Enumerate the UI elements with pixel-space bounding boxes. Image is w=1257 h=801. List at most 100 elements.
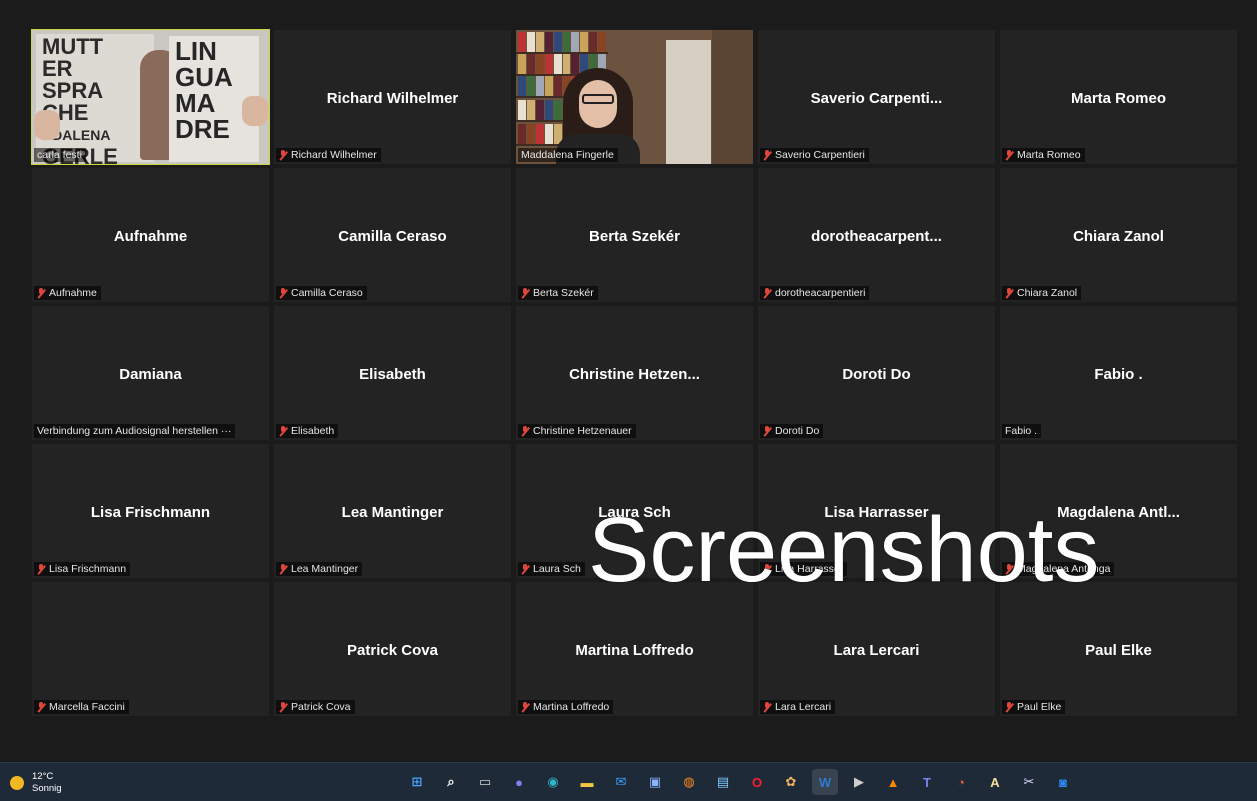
participant-label-text: Paul Elke: [1017, 701, 1062, 713]
cover-text-line: GUA: [175, 62, 233, 92]
participant-name-label: Patrick Cova: [276, 700, 355, 714]
mic-muted-icon: [279, 150, 288, 160]
sun-icon: [10, 776, 24, 790]
mic-muted-icon: [279, 426, 288, 436]
chat-icon[interactable]: ●: [506, 769, 532, 795]
participant-tile[interactable]: Chiara Zanol Chiara Zanol: [1000, 168, 1237, 302]
vlc-icon[interactable]: ▲: [880, 769, 906, 795]
participant-tile[interactable]: dorotheacarpent... dorotheacarpentieri: [758, 168, 995, 302]
participant-tile[interactable]: Marta Romeo Marta Romeo: [1000, 30, 1237, 164]
participant-tile[interactable]: Elisabeth Elisabeth: [274, 306, 511, 440]
font-app-icon[interactable]: A: [982, 769, 1008, 795]
mic-muted-icon: [279, 564, 288, 574]
participant-tile[interactable]: Lisa Frischmann Lisa Frischmann: [32, 444, 269, 578]
participant-name-label: Elisabeth: [276, 424, 339, 438]
task-view-icon[interactable]: ▭: [472, 769, 498, 795]
mail-icon[interactable]: ✉: [608, 769, 634, 795]
participant-tile[interactable]: Paul Elke Paul Elke: [1000, 582, 1237, 716]
participant-tile[interactable]: Patrick Cova Patrick Cova: [274, 582, 511, 716]
participant-tile[interactable]: Lara Lercari Lara Lercari: [758, 582, 995, 716]
mic-muted-icon: [37, 288, 46, 298]
participant-tile[interactable]: Fabio . Fabio .: [1000, 306, 1237, 440]
firefox-icon[interactable]: ◍: [676, 769, 702, 795]
cover-text-line: SPRA: [42, 78, 104, 103]
paint-icon[interactable]: ✿: [778, 769, 804, 795]
participant-label-text: Laura Sch: [533, 563, 581, 575]
participant-display-name: Laura Sch: [598, 504, 671, 521]
participant-label-text: Saverio Carpentieri: [775, 149, 865, 161]
participant-label-text: Maddalena Fingerle: [521, 149, 614, 161]
door: [666, 40, 711, 164]
notepad-icon[interactable]: ▤: [710, 769, 736, 795]
participant-tile[interactable]: Laura Sch Laura Sch: [516, 444, 753, 578]
participant-name-label: Aufnahme: [34, 286, 101, 300]
mic-muted-icon: [521, 288, 530, 298]
book-row: [518, 32, 607, 52]
participant-tile[interactable]: Marcella Faccini: [32, 582, 269, 716]
participant-tile[interactable]: Richard Wilhelmer Richard Wilhelmer: [274, 30, 511, 164]
participant-tile[interactable]: Berta Szekér Berta Szekér: [516, 168, 753, 302]
file-explorer-icon[interactable]: ▬: [574, 769, 600, 795]
store-icon[interactable]: ▣: [642, 769, 668, 795]
participant-label-text: Christine Hetzenauer: [533, 425, 632, 437]
participant-tile[interactable]: Maddalena Fingerle: [516, 30, 753, 164]
participant-display-name: Elisabeth: [359, 366, 426, 383]
participant-name-label: Martina Loffredo: [518, 700, 614, 714]
mic-muted-icon: [521, 702, 530, 712]
participant-name-label: Chiara Zanol: [1002, 286, 1082, 300]
zoom-icon[interactable]: ◙: [1050, 769, 1076, 795]
participant-name-label: Camilla Ceraso: [276, 286, 367, 300]
participant-name-label: Christine Hetzenauer: [518, 424, 636, 438]
participant-display-name: Fabio .: [1094, 366, 1143, 383]
participant-display-name: Lea Mantinger: [341, 504, 444, 521]
participant-tile[interactable]: Christine Hetzen... Christine Hetzenauer: [516, 306, 753, 440]
snipping-tool-icon[interactable]: ✂: [1016, 769, 1042, 795]
participant-label-text: Doroti Do: [775, 425, 820, 437]
mic-muted-icon: [763, 564, 772, 574]
teams-icon[interactable]: T: [914, 769, 940, 795]
mic-muted-icon: [37, 564, 46, 574]
participant-video: MUTTERSPRACHEDDALENAGERLELINGUAMADRE: [32, 30, 269, 164]
participant-display-name: Aufnahme: [113, 228, 188, 245]
edge-icon[interactable]: ◉: [540, 769, 566, 795]
weather-widget[interactable]: 12°C Sonnig: [10, 771, 62, 795]
participant-tile[interactable]: Lea Mantinger Lea Mantinger: [274, 444, 511, 578]
participant-display-name: Richard Wilhelmer: [326, 90, 459, 107]
participant-label-text: Lisa Frischmann: [49, 563, 127, 575]
participant-tile[interactable]: Aufnahme Aufnahme: [32, 168, 269, 302]
participant-label-text: Richard Wilhelmer: [291, 149, 377, 161]
participant-label-text: Chiara Zanol: [1017, 287, 1078, 299]
participant-tile[interactable]: Saverio Carpenti... Saverio Carpentieri: [758, 30, 995, 164]
cover-text-line: ER: [42, 56, 73, 81]
weather-description: Sonnig: [32, 783, 62, 794]
search-icon[interactable]: ⌕: [438, 769, 464, 795]
participant-tile[interactable]: MUTTERSPRACHEDDALENAGERLELINGUAMADREcarl…: [31, 29, 270, 165]
participant-label-text: Fabio .: [1005, 425, 1038, 437]
word-icon[interactable]: W: [812, 769, 838, 795]
participant-display-name: dorotheacarpent...: [811, 228, 942, 245]
participant-name-label: Fabio .: [1002, 424, 1042, 438]
participant-tile[interactable]: Lisa Harrasser Lisa Harrasser: [758, 444, 995, 578]
windows-start-icon[interactable]: ⊞: [404, 769, 430, 795]
participant-tile[interactable]: Martina Loffredo Martina Loffredo: [516, 582, 753, 716]
participant-tile[interactable]: Damiana Verbindung zum Audiosignal herste…: [32, 306, 269, 440]
book-cover-left: MUTTERSPRACHEDDALENAGERLE: [36, 34, 154, 164]
participant-display-name: Lisa Frischmann: [90, 504, 211, 521]
participant-display-name: Marta Romeo: [1070, 90, 1167, 107]
participant-label-text: Elisabeth: [291, 425, 335, 437]
participant-name-label: Lara Lercari: [760, 700, 836, 714]
participant-tile[interactable]: Camilla Ceraso Camilla Ceraso: [274, 168, 511, 302]
opera-icon[interactable]: O: [744, 769, 770, 795]
participant-name-label: Laura Sch: [518, 562, 585, 576]
participant-tile[interactable]: Magdalena Antl... Magdalena Antonga: [1000, 444, 1237, 578]
participant-display-name: Lisa Harrasser: [824, 504, 929, 521]
weather-temperature: 12°C: [32, 771, 54, 782]
participant-name-label: dorotheacarpentieri: [760, 286, 870, 300]
participant-tile[interactable]: Doroti Do Doroti Do: [758, 306, 995, 440]
media-player-icon[interactable]: ▶: [846, 769, 872, 795]
mic-muted-icon: [1005, 702, 1014, 712]
firefox-alt-icon[interactable]: ◔: [948, 769, 974, 795]
participant-display-name: Damiana: [119, 366, 182, 383]
participant-display-name: Lara Lercari: [833, 642, 920, 659]
participant-display-name: Christine Hetzen...: [569, 366, 700, 383]
